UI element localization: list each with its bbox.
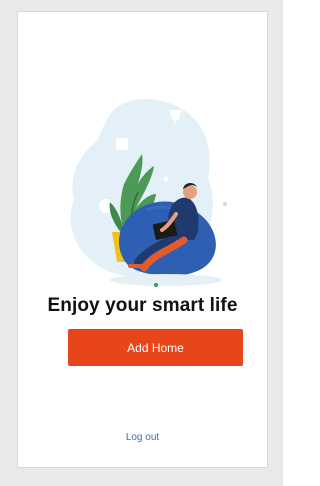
page-indicator-dot (154, 283, 158, 287)
device-icon (116, 138, 128, 150)
screen-frame: Enjoy your smart life Add Home Log out (0, 0, 283, 486)
page-title: Enjoy your smart life (47, 295, 238, 316)
person-on-beanbag-illustration (58, 84, 230, 289)
sparkle-icon (163, 176, 169, 182)
app-screen: Enjoy your smart life Add Home Log out (18, 12, 267, 467)
logout-link[interactable]: Log out (18, 432, 267, 443)
add-home-button[interactable]: Add Home (68, 329, 243, 366)
ground-shadow (110, 274, 222, 286)
